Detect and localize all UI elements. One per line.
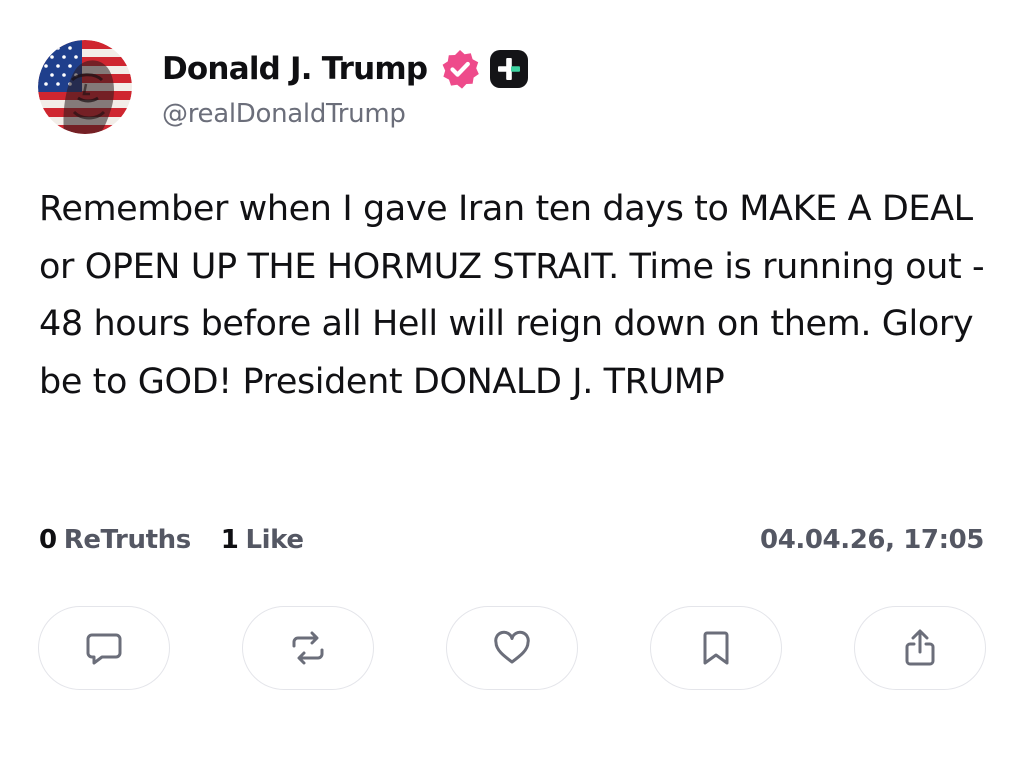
flag-portrait-avatar-icon: [38, 40, 132, 134]
author-handle[interactable]: @realDonaldTrump: [162, 99, 406, 129]
share-button[interactable]: [854, 606, 986, 690]
plus-badge-icon[interactable]: [489, 49, 529, 89]
likes-label: Like: [245, 525, 305, 555]
truth-post: Donald J. Trump @realDonaldTrump Remembe…: [0, 0, 1024, 766]
share-icon: [905, 629, 935, 666]
repost-icon: [292, 631, 324, 665]
bookmark-icon: [703, 631, 729, 665]
bookmark-button[interactable]: [650, 606, 782, 690]
likes-count: 1: [220, 525, 239, 555]
post-action-bar: [38, 606, 986, 692]
retruths-count: 0: [39, 525, 57, 555]
verified-badge-icon: [439, 48, 481, 90]
comment-icon: [86, 633, 122, 665]
likes-stat[interactable]: 1 Like: [221, 525, 304, 555]
post-body-text: Remember when I gave Iran ten days to MA…: [39, 189, 995, 402]
reply-button[interactable]: [38, 606, 170, 690]
retruth-button[interactable]: [242, 606, 374, 690]
post-stats: 0 ReTruths 1 Like: [39, 521, 304, 559]
author-name-row: Donald J. Trump: [162, 46, 529, 92]
retruths-stat[interactable]: 0 ReTruths: [39, 525, 191, 555]
retruths-label: ReTruths: [63, 525, 191, 555]
avatar[interactable]: [38, 40, 132, 134]
post-timestamp: 04.04.26, 17:05: [760, 525, 984, 555]
heart-icon: [494, 630, 530, 664]
author-display-name[interactable]: Donald J. Trump: [162, 51, 428, 87]
like-button[interactable]: [446, 606, 578, 690]
